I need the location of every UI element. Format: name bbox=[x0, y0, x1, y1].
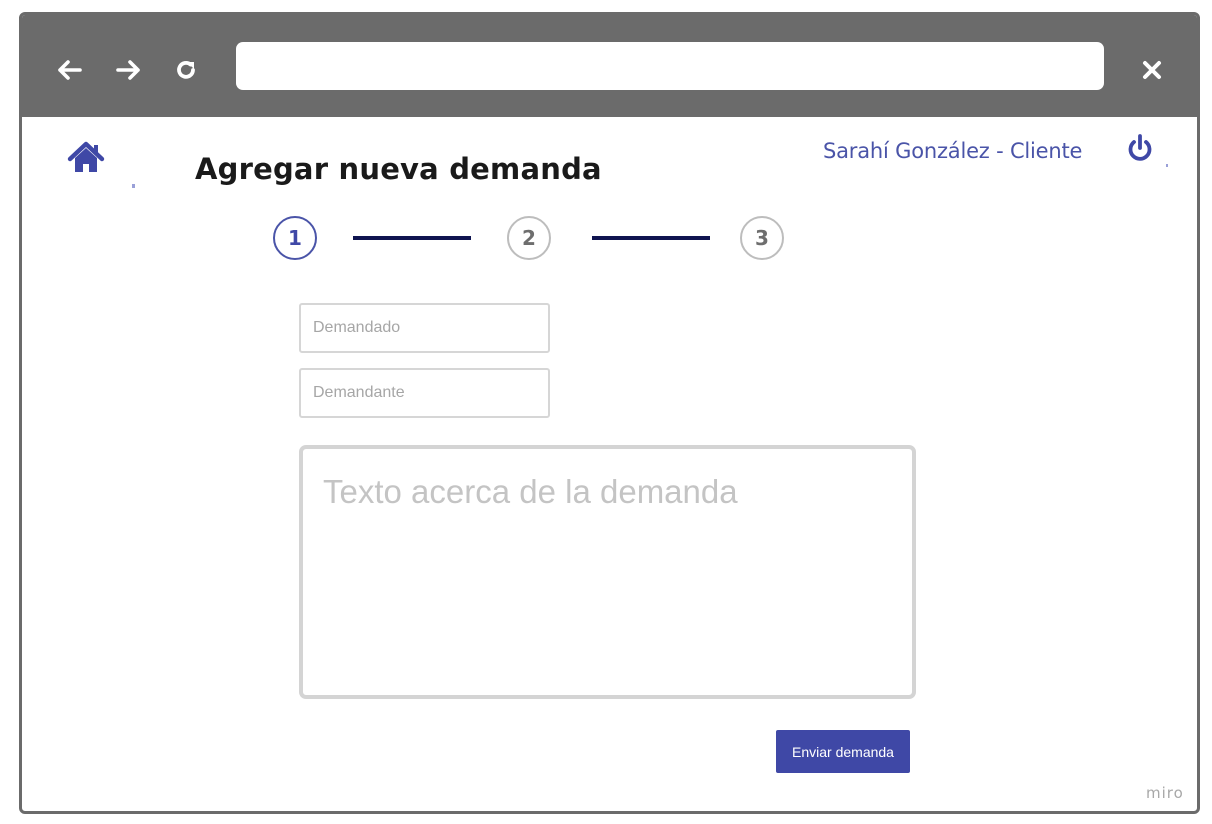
address-bar[interactable] bbox=[236, 42, 1104, 90]
logout-button[interactable] bbox=[1124, 133, 1156, 165]
decorative-dot bbox=[1166, 164, 1168, 167]
forward-button[interactable] bbox=[112, 53, 146, 87]
page-title: Agregar nueva demanda bbox=[195, 152, 602, 186]
watermark: miro bbox=[1146, 784, 1184, 802]
step-connector bbox=[592, 236, 710, 240]
user-label: Sarahí González - Cliente bbox=[823, 139, 1083, 163]
back-button[interactable] bbox=[52, 53, 86, 87]
submit-demand-button[interactable]: Enviar demanda bbox=[776, 730, 910, 773]
close-icon bbox=[1143, 61, 1161, 79]
browser-toolbar bbox=[22, 15, 1197, 117]
step-connector bbox=[353, 236, 471, 240]
demandante-field[interactable] bbox=[299, 368, 550, 418]
demandado-field[interactable] bbox=[299, 303, 550, 353]
browser-window: Agregar nueva demanda Sarahí González - … bbox=[19, 12, 1200, 814]
reload-button[interactable] bbox=[169, 53, 203, 87]
step-1: 1 bbox=[273, 216, 317, 260]
power-icon bbox=[1128, 134, 1152, 161]
home-icon bbox=[67, 141, 105, 172]
decorative-dot bbox=[132, 184, 135, 188]
step-2: 2 bbox=[507, 216, 551, 260]
arrow-right-icon bbox=[116, 60, 140, 80]
reload-icon bbox=[177, 60, 195, 79]
arrow-left-icon bbox=[58, 60, 82, 80]
home-button[interactable] bbox=[66, 138, 106, 178]
step-3: 3 bbox=[740, 216, 784, 260]
close-button[interactable] bbox=[1134, 52, 1170, 88]
demand-text-area[interactable] bbox=[299, 445, 916, 699]
